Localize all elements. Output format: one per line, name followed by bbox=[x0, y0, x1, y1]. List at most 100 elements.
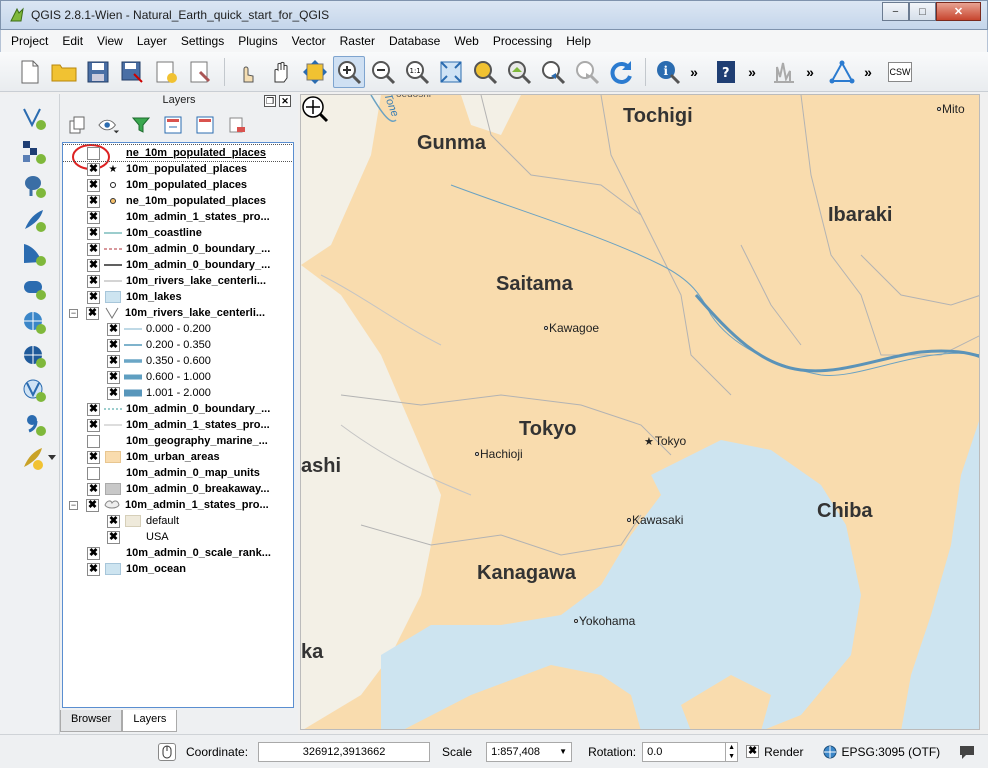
layer-visibility-checkbox[interactable]: ✖ bbox=[87, 482, 100, 496]
layer-visibility-checkbox[interactable]: ✖ bbox=[107, 386, 120, 400]
layer-row[interactable]: ✖ 10m_admin_0_boundary_... bbox=[63, 401, 293, 417]
add-wms-layer-button[interactable] bbox=[18, 306, 50, 338]
crs-globe-icon[interactable] bbox=[823, 745, 837, 759]
capture-point-button[interactable] bbox=[826, 56, 858, 88]
layer-visibility-checkbox[interactable] bbox=[87, 146, 100, 160]
maximize-button[interactable]: □ bbox=[909, 2, 936, 21]
zoom-next-button[interactable] bbox=[571, 56, 603, 88]
layer-visibility-checkbox[interactable]: ✖ bbox=[86, 306, 99, 320]
layer-visibility-checkbox[interactable]: ✖ bbox=[87, 562, 100, 576]
layer-visibility-checkbox[interactable]: ✖ bbox=[107, 530, 120, 544]
collapse-all-button[interactable] bbox=[194, 114, 216, 136]
new-shapefile-button[interactable] bbox=[18, 442, 58, 474]
layer-row[interactable]: ✖ 10m_populated_places bbox=[63, 177, 293, 193]
layer-visibility-checkbox[interactable]: ✖ bbox=[87, 274, 100, 288]
menu-edit[interactable]: Edit bbox=[62, 34, 83, 48]
menu-web[interactable]: Web bbox=[454, 34, 478, 48]
menu-database[interactable]: Database bbox=[389, 34, 440, 48]
layer-visibility-checkbox[interactable]: ✖ bbox=[87, 290, 100, 304]
manage-visibility-button[interactable] bbox=[98, 114, 120, 136]
csw-button[interactable]: CSW bbox=[884, 56, 916, 88]
float-panel-button[interactable]: ❐ bbox=[264, 95, 276, 107]
layer-row[interactable]: ✖ ★ 10m_populated_places bbox=[63, 161, 293, 177]
toolbar-overflow-button[interactable]: » bbox=[744, 64, 760, 80]
rotation-spinbox[interactable]: 0.0 ▲ ▼ bbox=[642, 741, 739, 762]
layer-visibility-checkbox[interactable]: ✖ bbox=[107, 354, 120, 368]
collapse-toggle[interactable]: − bbox=[69, 308, 78, 318]
layer-row[interactable]: 10m_admin_0_map_units bbox=[63, 465, 293, 481]
legend-item[interactable]: ✖ default bbox=[63, 513, 293, 529]
add-wfs-layer-button[interactable] bbox=[18, 374, 50, 406]
messages-icon[interactable] bbox=[958, 744, 976, 760]
zoom-native-button[interactable]: 1:1 bbox=[401, 56, 433, 88]
add-delimited-text-button[interactable] bbox=[18, 408, 50, 440]
coordinate-field[interactable]: 326912,3913662 bbox=[258, 741, 431, 762]
menu-layer[interactable]: Layer bbox=[137, 34, 167, 48]
legend-item[interactable]: ✖ 0.200 - 0.350 bbox=[63, 337, 293, 353]
open-project-button[interactable] bbox=[48, 56, 80, 88]
layer-visibility-checkbox[interactable]: ✖ bbox=[87, 418, 100, 432]
toggle-extents-button[interactable] bbox=[158, 742, 176, 761]
help-button[interactable]: ? bbox=[710, 56, 742, 88]
toolbar-overflow-button[interactable]: » bbox=[860, 64, 876, 80]
crs-status[interactable]: EPSG:3095 (OTF) bbox=[841, 745, 940, 759]
remove-layer-button[interactable] bbox=[226, 114, 248, 136]
layer-row[interactable]: ✖ ne_10m_populated_places bbox=[63, 193, 293, 209]
layer-visibility-checkbox[interactable]: ✖ bbox=[87, 226, 100, 240]
layer-row[interactable]: 10m_geography_marine_... bbox=[63, 433, 293, 449]
layer-row[interactable]: − ✖ 10m_admin_1_states_pro... bbox=[63, 497, 293, 513]
filter-legend-button[interactable] bbox=[130, 114, 152, 136]
layer-row[interactable]: ✖ 10m_rivers_lake_centerli... bbox=[63, 273, 293, 289]
menu-view[interactable]: View bbox=[97, 34, 123, 48]
pan-map-button[interactable] bbox=[265, 56, 297, 88]
add-mssql-layer-button[interactable] bbox=[18, 238, 50, 270]
layer-visibility-checkbox[interactable]: ✖ bbox=[87, 242, 100, 256]
add-group-button[interactable] bbox=[66, 114, 88, 136]
toolbar-overflow-button[interactable]: » bbox=[802, 64, 818, 80]
layer-visibility-checkbox[interactable]: ✖ bbox=[87, 210, 100, 224]
tab-layers[interactable]: Layers bbox=[122, 710, 178, 732]
layer-visibility-checkbox[interactable] bbox=[87, 434, 100, 448]
zoom-to-selection-button[interactable] bbox=[469, 56, 501, 88]
composer-manager-button[interactable] bbox=[184, 56, 216, 88]
zoom-in-button[interactable] bbox=[333, 55, 365, 88]
raster-histogram-button[interactable] bbox=[768, 56, 800, 88]
touch-zoom-button[interactable] bbox=[231, 56, 263, 88]
add-spatialite-layer-button[interactable] bbox=[18, 204, 50, 236]
layer-row[interactable]: ne_10m_populated_places bbox=[63, 144, 293, 162]
layer-visibility-checkbox[interactable]: ✖ bbox=[87, 450, 100, 464]
layer-visibility-checkbox[interactable]: ✖ bbox=[87, 546, 100, 560]
render-checkbox[interactable]: ✖ bbox=[746, 745, 760, 758]
identify-button[interactable]: i bbox=[652, 56, 684, 88]
zoom-to-layer-button[interactable] bbox=[503, 56, 535, 88]
refresh-button[interactable] bbox=[605, 56, 637, 88]
menu-processing[interactable]: Processing bbox=[493, 34, 552, 48]
layer-row[interactable]: ✖ 10m_lakes bbox=[63, 289, 293, 305]
zoom-last-button[interactable] bbox=[537, 56, 569, 88]
layer-row[interactable]: ✖ 10m_admin_0_boundary_... bbox=[63, 241, 293, 257]
menu-project[interactable]: Project bbox=[11, 34, 48, 48]
save-project-button[interactable] bbox=[82, 56, 114, 88]
add-postgis-layer-button[interactable] bbox=[18, 170, 50, 202]
layer-visibility-checkbox[interactable]: ✖ bbox=[107, 338, 120, 352]
layer-row[interactable]: ✖ 10m_admin_0_scale_rank... bbox=[63, 545, 293, 561]
legend-item[interactable]: ✖ USA bbox=[63, 529, 293, 545]
zoom-full-button[interactable] bbox=[435, 56, 467, 88]
layer-visibility-checkbox[interactable]: ✖ bbox=[107, 370, 120, 384]
add-vector-layer-button[interactable] bbox=[18, 102, 50, 134]
layer-row[interactable]: ✖ 10m_admin_0_boundary_... bbox=[63, 257, 293, 273]
minimize-button[interactable]: − bbox=[882, 2, 909, 21]
layer-visibility-checkbox[interactable]: ✖ bbox=[87, 402, 100, 416]
layer-visibility-checkbox[interactable]: ✖ bbox=[107, 514, 120, 528]
layer-row[interactable]: ✖ 10m_urban_areas bbox=[63, 449, 293, 465]
layer-visibility-checkbox[interactable]: ✖ bbox=[107, 322, 120, 336]
layer-row[interactable]: − ✖ 10m_rivers_lake_centerli... bbox=[63, 305, 293, 321]
zoom-out-button[interactable] bbox=[367, 56, 399, 88]
layer-visibility-checkbox[interactable] bbox=[87, 466, 100, 480]
spin-arrows-icon[interactable]: ▲ ▼ bbox=[725, 742, 737, 761]
layer-row[interactable]: ✖ 10m_admin_1_states_pro... bbox=[63, 417, 293, 433]
add-raster-layer-button[interactable] bbox=[18, 136, 50, 168]
layer-row[interactable]: ✖ 10m_admin_1_states_pro... bbox=[63, 209, 293, 225]
legend-item[interactable]: ✖ 0.350 - 0.600 bbox=[63, 353, 293, 369]
menu-raster[interactable]: Raster bbox=[340, 34, 375, 48]
